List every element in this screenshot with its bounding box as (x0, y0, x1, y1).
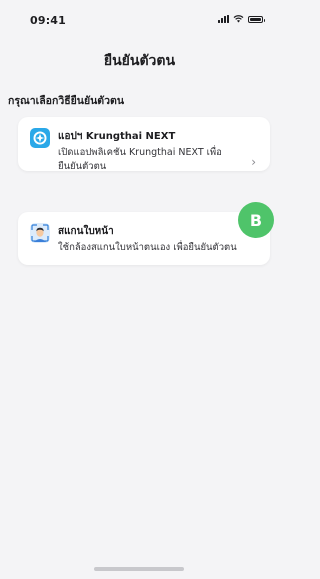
option-description: เปิดแอปพลิเคชัน Krungthai NEXT เพื่อยืนย… (58, 147, 222, 172)
status-time: 09:41 (30, 14, 67, 27)
option-krungthai-next[interactable]: แอปฯ Krungthai NEXT เปิดแอปพลิเคชัน Krun… (18, 117, 270, 172)
status-icons (218, 15, 265, 23)
option-description: ใช้กล้องสแกนใบหน้าตนเอง เพื่อยืนยันตัวตน (58, 242, 237, 253)
wifi-icon (233, 15, 244, 23)
chevron-right-icon: › (251, 155, 256, 169)
section-label: กรุณาเลือกวิธียืนยันตัวตน (8, 95, 124, 107)
option-title: แอปฯ Krungthai NEXT (58, 131, 176, 142)
signal-icon (218, 15, 229, 23)
face-scan-icon (30, 223, 50, 243)
page-title: ยืนยันตัวตน (103, 53, 176, 69)
option-title: สแกนใบหน้า (58, 226, 114, 237)
battery-icon (248, 15, 265, 23)
home-indicator (94, 567, 184, 571)
krungthai-next-app-icon (30, 128, 50, 148)
option-face-scan[interactable]: สแกนใบหน้า ใช้กล้องสแกนใบหน้าตนเอง เพื่อ… (18, 212, 270, 265)
status-bar: 09:41 (0, 0, 279, 36)
annotation-badge: B (238, 202, 274, 238)
